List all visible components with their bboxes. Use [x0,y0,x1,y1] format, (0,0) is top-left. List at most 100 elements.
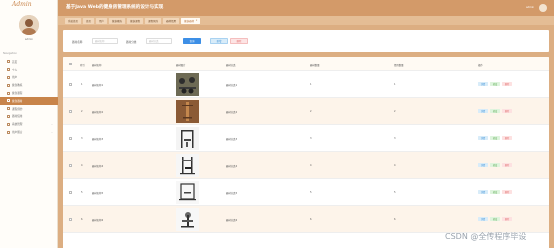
edit-button[interactable]: 修改 [490,136,500,141]
sidebar-item-5[interactable]: 健身器材 [0,96,58,105]
row-category: 器材分类1 [226,84,238,87]
tab-1[interactable]: 首页 [83,17,95,24]
avatar[interactable] [19,15,39,35]
sidebar-item-label: 首页 [12,60,18,64]
tab-0[interactable]: 系统首页 [65,17,82,24]
equipment-image [176,181,199,204]
tab-2[interactable]: 用户 [96,17,108,24]
row-borrowed: 3 [394,137,396,140]
menu-icon [7,83,10,87]
row-checkbox[interactable] [69,110,72,113]
row-index: 6 [81,218,83,221]
row-checkbox[interactable] [69,191,72,194]
top-avatar[interactable] [539,4,547,12]
detail-button[interactable]: 详情 [478,217,488,222]
tab-label: 课程预约 [148,19,159,23]
row-borrowed: 5 [394,191,396,194]
sidebar: Admin admin Navigation 首页 个人 用户 健身教练 健身课程 健身器… [0,0,58,248]
col-count: 器材数量 [310,63,320,67]
row-category: 器材分类4 [226,165,238,168]
detail-button[interactable]: 详情 [478,163,488,168]
delete-button[interactable]: 删除 [502,217,512,222]
col-borrowed: 借用数量 [394,63,404,67]
sidebar-item-label: 健身器材 [12,99,23,103]
sidebar-item-1[interactable]: 个人 [0,66,58,74]
equipment-image [176,73,199,96]
detail-button[interactable]: 详情 [478,136,488,141]
col-index: 索引 [80,63,85,67]
equipment-category-label: 器材分类 [126,41,137,44]
sidebar-item-label: 器材借用 [12,115,23,119]
search-button[interactable]: 查询 [183,38,201,44]
topbar: 基于Java Web的健身房管理系统的设计与实现 admin [58,0,554,16]
add-button[interactable]: 新增 [210,38,228,44]
equipment-name-input[interactable]: 器材名称 [92,38,118,44]
table-row[interactable]: 1 器材名称1 器材分类1 1 1 详情 修改 删除 [63,71,549,98]
tab-label: 健身器材 [184,19,195,23]
row-count: 3 [310,137,312,140]
equipment-image [176,208,199,231]
main-content: 器材名称 器材名称 器材分类 器材分类 查询 新增 删除 索引 器材名称 器材图… [58,25,554,248]
table-row[interactable]: 2 器材名称2 器材分类2 2 2 详情 修改 删除 [63,98,549,125]
row-index: 1 [81,83,83,86]
delete-button[interactable]: 删除 [502,82,512,87]
tab-5[interactable]: 课程预约 [145,17,162,24]
detail-button[interactable]: 详情 [478,190,488,195]
sidebar-item-8[interactable]: 系统管理 ⌄ [0,120,58,128]
menu-icon [7,75,10,79]
row-name: 器材名称1 [92,84,104,87]
edit-button[interactable]: 修改 [490,217,500,222]
delete-button[interactable]: 删除 [502,109,512,114]
edit-button[interactable]: 修改 [490,109,500,114]
top-user-name[interactable]: admin [526,6,534,9]
edit-button[interactable]: 修改 [490,82,500,87]
tab-3[interactable]: 健身教练 [109,17,126,24]
chevron-down-icon: ⌄ [50,122,53,126]
equipment-category-input[interactable]: 器材分类 [146,38,172,44]
row-name: 器材名称5 [92,192,104,195]
row-borrowed: 2 [394,110,396,113]
col-actions: 操作 [478,63,483,67]
row-index: 5 [81,191,83,194]
equipment-image [176,127,199,150]
delete-button[interactable]: 删除 [502,163,512,168]
equipment-table: 索引 器材名称 器材图片 器材分类 器材数量 借用数量 操作 1 器材名称1 器材分… [63,57,549,248]
sidebar-item-9[interactable]: 用户留言 ⌄ [0,128,58,136]
delete-button[interactable]: 删除 [502,190,512,195]
batch-delete-button[interactable]: 删除 [230,38,248,44]
row-count: 5 [310,191,312,194]
sidebar-item-7[interactable]: 器材借用 [0,113,58,121]
sidebar-item-0[interactable]: 首页 [0,58,58,66]
row-checkbox[interactable] [69,137,72,140]
tab-4[interactable]: 健身课程 [127,17,144,24]
table-row[interactable]: 5 器材名称5 器材分类5 5 5 详情 修改 删除 [63,179,549,206]
tab-7[interactable]: 健身器材 × [181,17,201,24]
tab-label: 器材借用 [166,19,177,23]
sidebar-item-6[interactable]: 课程预约 [0,105,58,113]
tab-label: 系统首页 [68,19,79,23]
table-row[interactable]: 4 器材名称4 器材分类4 4 4 详情 修改 删除 [63,152,549,179]
table-row[interactable]: 3 器材名称3 器材分类3 3 3 详情 修改 删除 [63,125,549,152]
nav-heading: Navigation [3,52,17,55]
sidebar-item-3[interactable]: 健身教练 [0,81,58,89]
delete-button[interactable]: 删除 [502,136,512,141]
sidebar-item-label: 个人 [12,68,18,72]
table-row[interactable]: 6 器材名称6 器材分类6 6 6 详情 修改 删除 [63,206,549,233]
sidebar-item-2[interactable]: 用户 [0,74,58,82]
sidebar-item-4[interactable]: 健身课程 [0,89,58,97]
edit-button[interactable]: 修改 [490,163,500,168]
detail-button[interactable]: 详情 [478,82,488,87]
detail-button[interactable]: 详情 [478,109,488,114]
row-checkbox[interactable] [69,218,72,221]
row-checkbox[interactable] [69,164,72,167]
row-checkbox[interactable] [69,83,72,86]
tab-6[interactable]: 器材借用 [163,17,180,24]
row-name: 器材名称4 [92,165,104,168]
watermark: CSDN @全传程序毕设 [445,232,527,241]
equipment-image [176,100,199,123]
close-icon[interactable]: × [196,19,198,22]
edit-button[interactable]: 修改 [490,190,500,195]
select-all-checkbox[interactable] [69,62,72,66]
search-panel: 器材名称 器材名称 器材分类 器材分类 查询 新增 删除 [63,30,549,52]
col-name: 器材名称 [92,63,102,67]
